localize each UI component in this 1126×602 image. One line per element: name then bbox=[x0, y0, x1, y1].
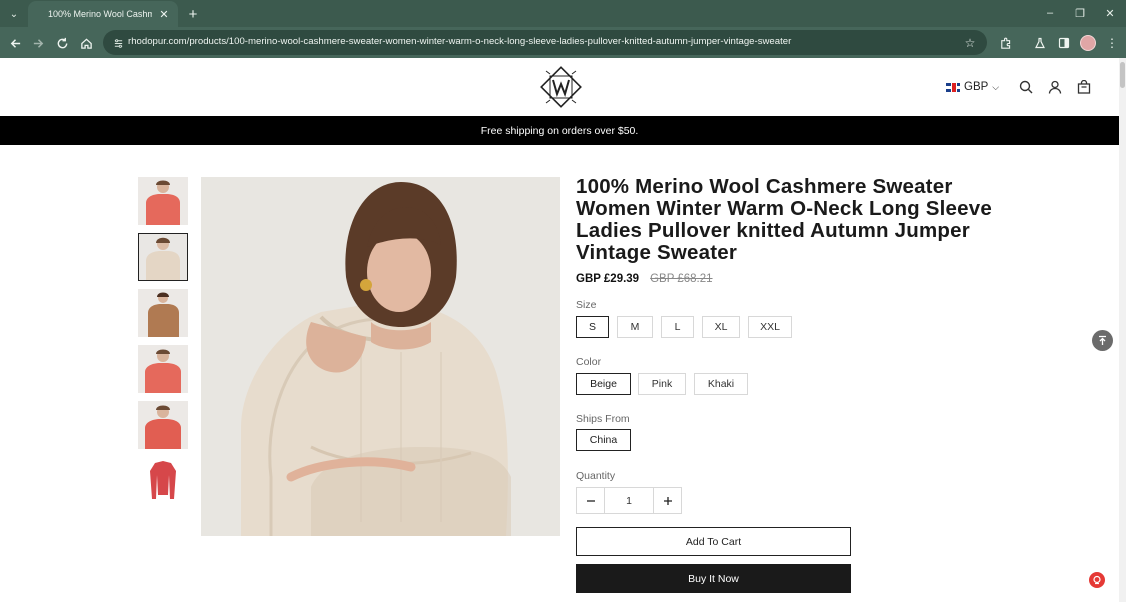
color-option-beige[interactable]: Beige bbox=[576, 373, 631, 395]
back-icon[interactable] bbox=[4, 32, 26, 54]
flask-extension-icon[interactable] bbox=[1030, 33, 1050, 53]
size-option-s[interactable]: S bbox=[576, 316, 609, 338]
product-thumbnail[interactable] bbox=[138, 289, 188, 337]
add-to-cart-button[interactable]: Add To Cart bbox=[576, 527, 851, 556]
store-logo[interactable] bbox=[538, 63, 584, 111]
size-option-m[interactable]: M bbox=[617, 316, 653, 338]
side-panel-icon[interactable] bbox=[1054, 33, 1074, 53]
url-text: rhodopur.com/products/100-merino-wool-ca… bbox=[128, 36, 792, 47]
compare-price: GBP £68.21 bbox=[650, 273, 713, 285]
search-icon[interactable] bbox=[1017, 78, 1035, 96]
browser-tab[interactable]: 100% Merino Wool Cashmere Sweater Women … bbox=[28, 1, 178, 27]
page-scrollbar[interactable] bbox=[1119, 58, 1126, 602]
currency-code: GBP bbox=[964, 81, 989, 93]
color-option-khaki[interactable]: Khaki bbox=[694, 373, 748, 395]
browser-toolbar: rhodopur.com/products/100-merino-wool-ca… bbox=[0, 27, 1126, 58]
quantity-input[interactable]: 1 bbox=[604, 488, 654, 513]
announcement-bar: Free shipping on orders over $50. bbox=[0, 116, 1119, 145]
sale-price: GBP £29.39 bbox=[576, 273, 640, 285]
browser-tab-strip: ⌄ 100% Merino Wool Cashmere Sweater Wome… bbox=[0, 0, 1126, 27]
color-option-pink[interactable]: Pink bbox=[638, 373, 686, 395]
quantity-label: Quantity bbox=[576, 470, 616, 482]
size-option-xxl[interactable]: XXL bbox=[748, 316, 792, 338]
extensions-puzzle-icon[interactable] bbox=[995, 33, 1015, 53]
product-thumbnail[interactable] bbox=[138, 457, 188, 505]
site-info-icon[interactable] bbox=[111, 36, 125, 50]
forward-icon[interactable] bbox=[27, 32, 49, 54]
chevron-down-icon: ⌵ bbox=[992, 81, 1000, 92]
product-thumbnail-selected[interactable] bbox=[138, 233, 188, 281]
chat-widget-icon[interactable] bbox=[1089, 572, 1105, 588]
web-page: GBP ⌵ Free shipping on orders over $50. bbox=[0, 58, 1119, 602]
size-label: Size bbox=[576, 299, 597, 311]
price-row: GBP £29.39 GBP £68.21 bbox=[576, 273, 713, 285]
site-header: GBP ⌵ bbox=[0, 58, 1119, 116]
new-tab-button[interactable]: + bbox=[183, 4, 203, 24]
product-thumbnail[interactable] bbox=[138, 345, 188, 393]
bookmark-star-icon[interactable]: ☆ bbox=[961, 34, 979, 52]
quantity-decrease-button[interactable] bbox=[577, 488, 604, 513]
minimize-icon[interactable]: – bbox=[1040, 4, 1060, 22]
profile-avatar[interactable] bbox=[1080, 35, 1096, 51]
browser-menu-icon[interactable]: ⋮ bbox=[1102, 33, 1122, 53]
cart-bag-icon[interactable] bbox=[1075, 78, 1093, 96]
size-option-xl[interactable]: XL bbox=[702, 316, 740, 338]
ships-option-china[interactable]: China bbox=[576, 429, 631, 451]
account-icon[interactable] bbox=[1046, 78, 1064, 96]
reload-icon[interactable] bbox=[51, 32, 73, 54]
quantity-increase-button[interactable] bbox=[654, 488, 681, 513]
back-to-top-icon[interactable] bbox=[1092, 330, 1113, 351]
close-window-icon[interactable]: ✕ bbox=[1100, 4, 1120, 22]
quantity-stepper: 1 bbox=[576, 487, 682, 514]
color-label: Color bbox=[576, 356, 602, 368]
size-option-l[interactable]: L bbox=[661, 316, 694, 338]
product-main-image[interactable] bbox=[201, 177, 560, 536]
product-thumbnail[interactable] bbox=[138, 401, 188, 449]
product-title: 100% Merino Wool Cashmere Sweater Women … bbox=[576, 175, 992, 264]
currency-selector[interactable]: GBP ⌵ bbox=[946, 79, 999, 95]
uk-flag-icon bbox=[946, 82, 960, 92]
announcement-text: Free shipping on orders over $50. bbox=[480, 124, 639, 137]
scrollbar-thumb[interactable] bbox=[1120, 62, 1125, 88]
home-icon[interactable] bbox=[75, 32, 97, 54]
product-thumbnail[interactable] bbox=[138, 177, 188, 225]
tab-close-icon[interactable]: ✕ bbox=[156, 6, 172, 22]
address-bar[interactable]: rhodopur.com/products/100-merino-wool-ca… bbox=[103, 30, 987, 55]
ships-from-label: Ships From bbox=[576, 413, 630, 425]
tab-title: 100% Merino Wool Cashmere Sweater Women … bbox=[48, 9, 152, 19]
tab-search-icon[interactable]: ⌄ bbox=[4, 4, 24, 24]
restore-icon[interactable]: ❐ bbox=[1070, 4, 1090, 22]
buy-now-button[interactable]: Buy It Now bbox=[576, 564, 851, 593]
